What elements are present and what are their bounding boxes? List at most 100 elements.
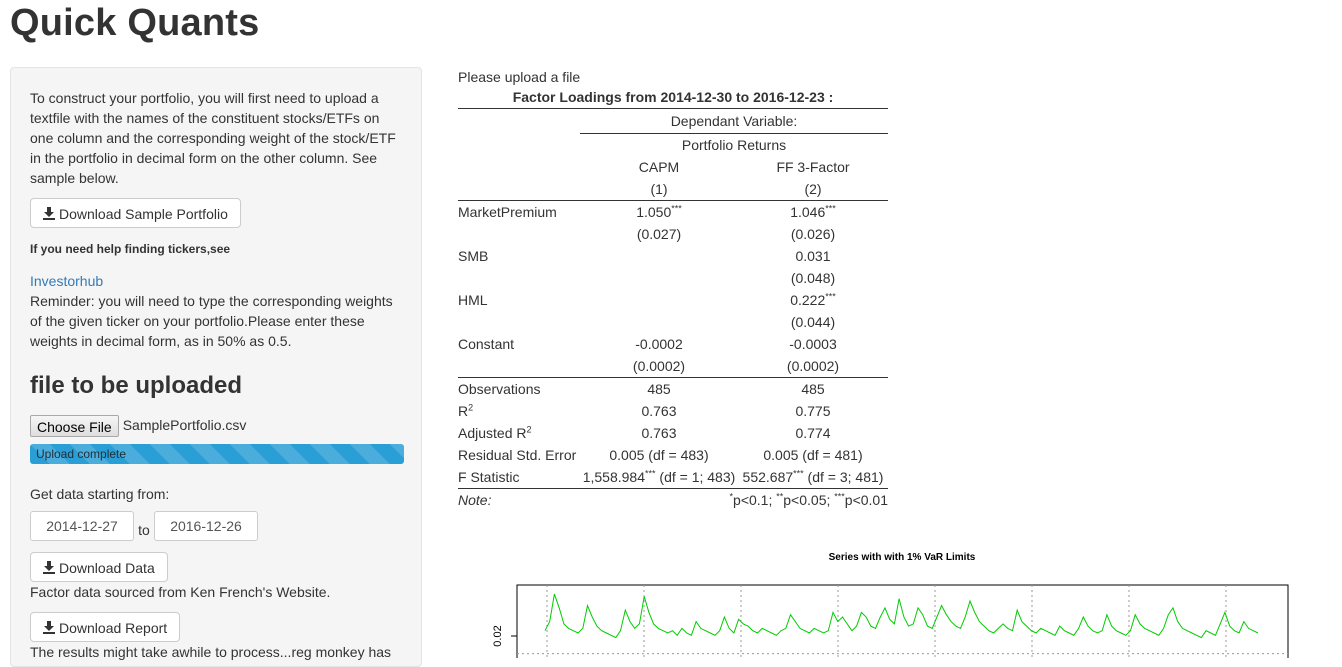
stat-value: 485 xyxy=(801,381,825,397)
download-icon xyxy=(43,207,55,220)
coef-value: -0.0003 xyxy=(789,336,837,352)
download-icon xyxy=(43,561,55,574)
intro-text: To construct your portfolio, you will fi… xyxy=(30,90,396,186)
superscript: 2 xyxy=(526,424,532,435)
table-row: HML 0.222*** xyxy=(458,289,888,311)
choose-file-button[interactable]: Choose File xyxy=(30,415,119,437)
table-row: R2 0.763 0.775 xyxy=(458,400,888,422)
var-chart-svg: Series with with 1% VaR Limits 0.02 xyxy=(492,552,1289,667)
stat-df: (df = 1; 483) xyxy=(655,469,736,485)
table-note-row: Note: *p<0.1; **p<0.05; ***p<0.01 xyxy=(458,489,888,512)
std-error: (0.026) xyxy=(790,226,836,242)
row-label: SMB xyxy=(458,248,489,264)
std-error: (0.0002) xyxy=(580,355,738,378)
table-row: (0.027) (0.026) xyxy=(458,223,888,245)
end-date-input[interactable] xyxy=(154,511,258,541)
reminder-text: Reminder: you will need to type the corr… xyxy=(30,293,393,349)
table-row: F Statistic 1,558.984*** (df = 1; 483) 5… xyxy=(458,466,888,489)
table-row: (0.0002) (0.0002) xyxy=(458,355,888,378)
significance-stars: *** xyxy=(645,468,656,479)
chart-title: Series with with 1% VaR Limits xyxy=(829,552,976,563)
stat-value: 1,558.984 xyxy=(582,469,645,485)
std-error: (0.044) xyxy=(790,314,836,330)
stat-value: 0.775 xyxy=(795,403,831,419)
download-data-label: Download Data xyxy=(59,560,155,576)
upload-status-text: Please upload a file xyxy=(458,69,581,85)
stat-label: Residual Std. Error xyxy=(458,447,577,463)
column-header-capm: CAPM xyxy=(638,159,680,175)
dependent-variable: Portfolio Returns xyxy=(681,137,787,153)
download-data-button[interactable]: Download Data xyxy=(30,552,168,582)
coef-value: 1.046 xyxy=(790,204,826,220)
column-number-2: (2) xyxy=(738,178,888,201)
download-sample-label: Download Sample Portfolio xyxy=(59,206,228,222)
row-label: Constant xyxy=(458,336,515,352)
significance-stars: *** xyxy=(793,468,804,479)
stat-label: Adjusted R xyxy=(458,425,527,441)
stat-label: F Statistic xyxy=(458,466,580,489)
dependent-variable-label: Dependant Variable: xyxy=(580,108,888,134)
coef-value: 0.031 xyxy=(795,248,831,264)
row-label: MarketPremium xyxy=(458,204,557,220)
significance-stars: *** xyxy=(671,203,682,214)
upload-progress-fill: Upload complete xyxy=(30,444,404,464)
significance-stars: *** xyxy=(825,291,836,302)
main-panel: Please upload a file Factor Loadings fro… xyxy=(458,68,1338,511)
date-range-label: Get data starting from: xyxy=(30,486,170,502)
table-row: (0.044) xyxy=(458,311,888,333)
download-sample-portfolio-button[interactable]: Download Sample Portfolio xyxy=(30,198,241,228)
table-row: Observations 485 485 xyxy=(458,378,888,401)
coef-value: -0.0002 xyxy=(635,336,683,352)
regression-table: Factor Loadings from 2014-12-30 to 2016-… xyxy=(458,86,888,511)
start-date-input[interactable] xyxy=(30,511,134,541)
upload-heading: file to be uploaded xyxy=(30,372,243,399)
table-title: Factor Loadings from 2014-12-30 to 2016-… xyxy=(458,86,888,109)
download-report-label: Download Report xyxy=(59,620,168,636)
significance-stars: *** xyxy=(825,203,836,214)
column-number-1: (1) xyxy=(580,178,738,201)
std-error: (0.027) xyxy=(636,226,682,242)
file-name-label: SamplePortfolio.csv xyxy=(122,417,247,433)
coef-value: 0.222 xyxy=(790,292,826,308)
column-header-ff3: FF 3-Factor xyxy=(776,159,850,175)
stat-value: 485 xyxy=(647,381,671,397)
stat-label: Observations xyxy=(458,381,541,397)
stat-value: 0.774 xyxy=(795,425,831,441)
row-label: HML xyxy=(458,292,488,308)
plot-frame xyxy=(516,584,1289,666)
stat-label: R xyxy=(458,403,469,419)
y-tick-label: 0.02 xyxy=(492,625,504,646)
download-report-button[interactable]: Download Report xyxy=(30,612,181,642)
stat-value: 0.763 xyxy=(641,425,677,441)
table-row: (0.048) xyxy=(458,267,888,289)
date-to-label: to xyxy=(138,522,150,538)
data-source-text: Factor data sourced from Ken French's We… xyxy=(30,584,331,600)
help-heading: If you need help finding tickers,see xyxy=(30,242,231,256)
series-layer xyxy=(544,593,1259,667)
note-label: Note: xyxy=(458,492,492,508)
superscript: 2 xyxy=(468,402,474,413)
stat-df: (df = 3; 481) xyxy=(803,469,884,485)
grid-layer xyxy=(517,585,1288,665)
table-row: MarketPremium 1.050*** 1.046*** xyxy=(458,201,888,224)
stat-value: 0.005 (df = 483) xyxy=(609,447,709,463)
coef-value: 1.050 xyxy=(636,204,672,220)
sidebar-panel: To construct your portfolio, you will fi… xyxy=(10,67,422,667)
table-row: SMB 0.031 xyxy=(458,245,888,267)
download-icon xyxy=(43,621,55,634)
app-title: Quick Quants xyxy=(10,2,260,44)
investorhub-link[interactable]: Investorhub xyxy=(30,273,103,289)
std-error: (0.0002) xyxy=(738,355,888,378)
table-row: Residual Std. Error 0.005 (df = 483) 0.0… xyxy=(458,444,888,466)
stat-value: 0.005 (df = 481) xyxy=(763,447,863,463)
table-row: Constant -0.0002 -0.0003 xyxy=(458,333,888,355)
results-note-text: The results might take awhile to process… xyxy=(30,644,392,660)
stat-value: 552.687 xyxy=(742,469,794,485)
upload-progress-bar: Upload complete xyxy=(30,444,404,464)
table-row: Adjusted R2 0.763 0.774 xyxy=(458,422,888,444)
var-limit-line xyxy=(544,593,1259,639)
significance-note: *p<0.1; **p<0.05; ***p<0.01 xyxy=(729,491,888,508)
var-chart: Series with with 1% VaR Limits 0.02 xyxy=(458,545,1338,667)
stat-value: 0.763 xyxy=(641,403,677,419)
std-error: (0.048) xyxy=(790,270,836,286)
